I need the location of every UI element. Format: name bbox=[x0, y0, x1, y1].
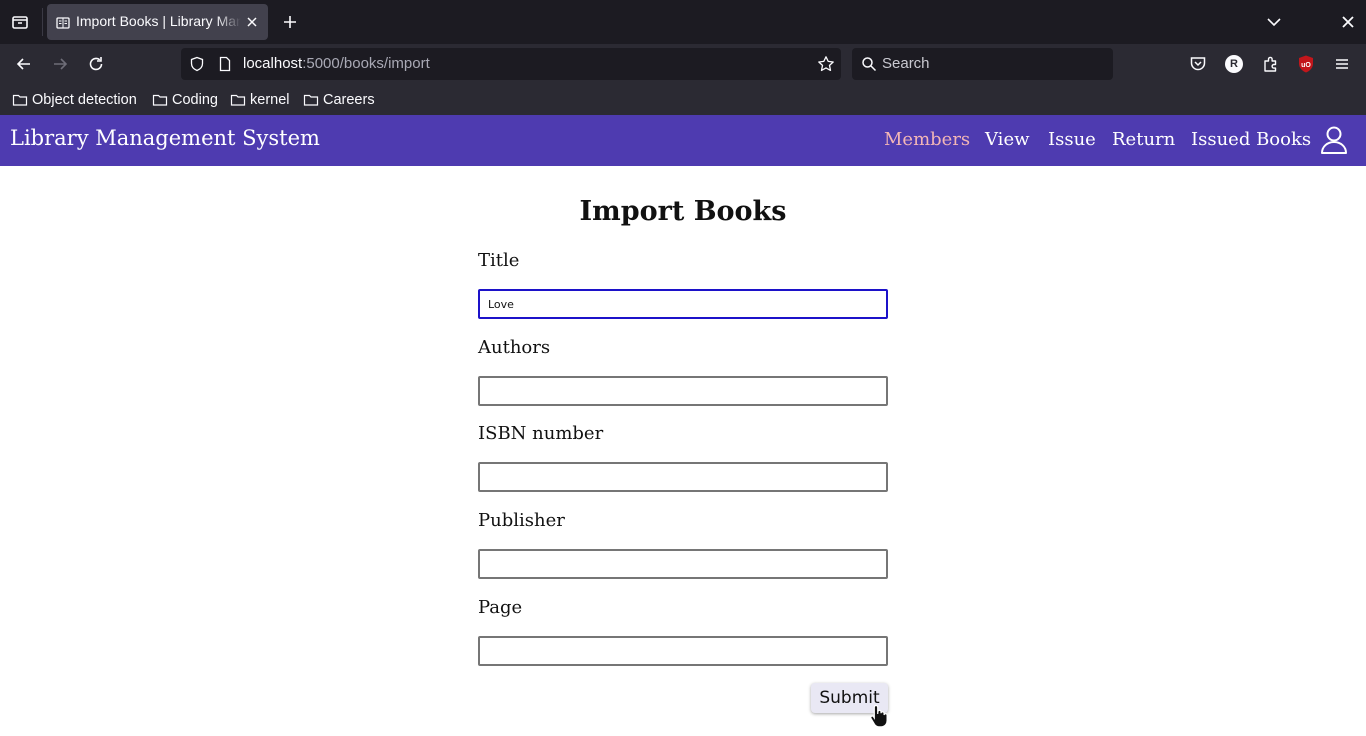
bookmark-label: kernel bbox=[250, 92, 290, 108]
bookmark-folder-coding[interactable]: Coding bbox=[152, 90, 218, 110]
plus-icon[interactable] bbox=[280, 12, 300, 32]
authors-input[interactable] bbox=[478, 376, 888, 406]
nav-issued-books[interactable]: Issued Books bbox=[1191, 129, 1311, 150]
bookmark-folder-object-detection[interactable]: Object detection bbox=[12, 90, 137, 110]
page-icon[interactable] bbox=[217, 56, 233, 72]
ublock-icon[interactable]: uO bbox=[1296, 54, 1316, 74]
isbn-input[interactable] bbox=[478, 462, 888, 492]
forward-arrow-icon[interactable] bbox=[50, 54, 70, 74]
chevron-down-icon[interactable] bbox=[1264, 12, 1284, 32]
profile-avatar[interactable]: R bbox=[1225, 55, 1243, 73]
search-icon bbox=[861, 56, 877, 72]
tab-title: Import Books | Library Management System bbox=[76, 13, 241, 29]
nav-view[interactable]: View bbox=[985, 129, 1030, 150]
browser-toolbar: localhost:5000/books/import Search R uO bbox=[0, 44, 1366, 84]
title-label: Title bbox=[478, 250, 520, 271]
bookmarks-toolbar: Object detection Coding kernel Careers bbox=[0, 84, 1366, 115]
hand-cursor-icon bbox=[868, 703, 890, 729]
tab-list-icon[interactable] bbox=[8, 10, 32, 34]
search-bar[interactable]: Search bbox=[852, 48, 1113, 80]
bookmark-label: Object detection bbox=[32, 92, 137, 108]
pocket-icon[interactable] bbox=[1188, 54, 1208, 74]
star-icon[interactable] bbox=[817, 55, 835, 73]
app-header: Library Management System Members View I… bbox=[0, 115, 1366, 166]
user-icon[interactable] bbox=[1320, 125, 1348, 155]
bookmark-label: Coding bbox=[172, 92, 218, 108]
active-tab[interactable]: Import Books | Library Management System bbox=[47, 4, 268, 40]
close-icon[interactable] bbox=[244, 14, 260, 30]
folder-icon bbox=[303, 94, 319, 106]
folder-icon bbox=[230, 94, 246, 106]
url-text[interactable]: localhost:5000/books/import bbox=[243, 55, 430, 72]
browser-tab-bar: Import Books | Library Management System bbox=[0, 0, 1366, 44]
extensions-icon[interactable] bbox=[1261, 54, 1281, 74]
search-placeholder: Search bbox=[882, 55, 930, 72]
window-close-icon[interactable] bbox=[1338, 12, 1358, 32]
bookmark-label: Careers bbox=[323, 92, 375, 108]
nav-return[interactable]: Return bbox=[1112, 129, 1175, 150]
ublock-label: uO bbox=[1301, 62, 1311, 69]
hamburger-menu-icon[interactable] bbox=[1332, 54, 1352, 74]
url-path: :5000/books/import bbox=[302, 55, 430, 72]
back-arrow-icon[interactable] bbox=[14, 54, 34, 74]
tab-separator bbox=[42, 8, 43, 36]
publisher-input[interactable] bbox=[478, 549, 888, 579]
nav-issue[interactable]: Issue bbox=[1048, 129, 1096, 150]
page-title: Import Books bbox=[579, 196, 787, 227]
title-input[interactable] bbox=[478, 289, 888, 319]
url-bar[interactable]: localhost:5000/books/import bbox=[181, 48, 841, 80]
bookmark-folder-kernel[interactable]: kernel bbox=[230, 90, 290, 110]
page-input[interactable] bbox=[478, 636, 888, 666]
isbn-label: ISBN number bbox=[478, 423, 604, 444]
folder-icon bbox=[12, 94, 28, 106]
folder-icon bbox=[152, 94, 168, 106]
nav-members[interactable]: Members bbox=[884, 129, 970, 150]
page-label: Page bbox=[478, 597, 523, 618]
book-favicon-icon bbox=[56, 15, 70, 29]
authors-label: Authors bbox=[478, 337, 551, 358]
shield-icon[interactable] bbox=[189, 56, 205, 72]
url-host: localhost bbox=[243, 55, 303, 72]
bookmark-folder-careers[interactable]: Careers bbox=[303, 90, 375, 110]
app-brand[interactable]: Library Management System bbox=[10, 126, 320, 150]
reload-icon[interactable] bbox=[86, 54, 106, 74]
publisher-label: Publisher bbox=[478, 510, 565, 531]
